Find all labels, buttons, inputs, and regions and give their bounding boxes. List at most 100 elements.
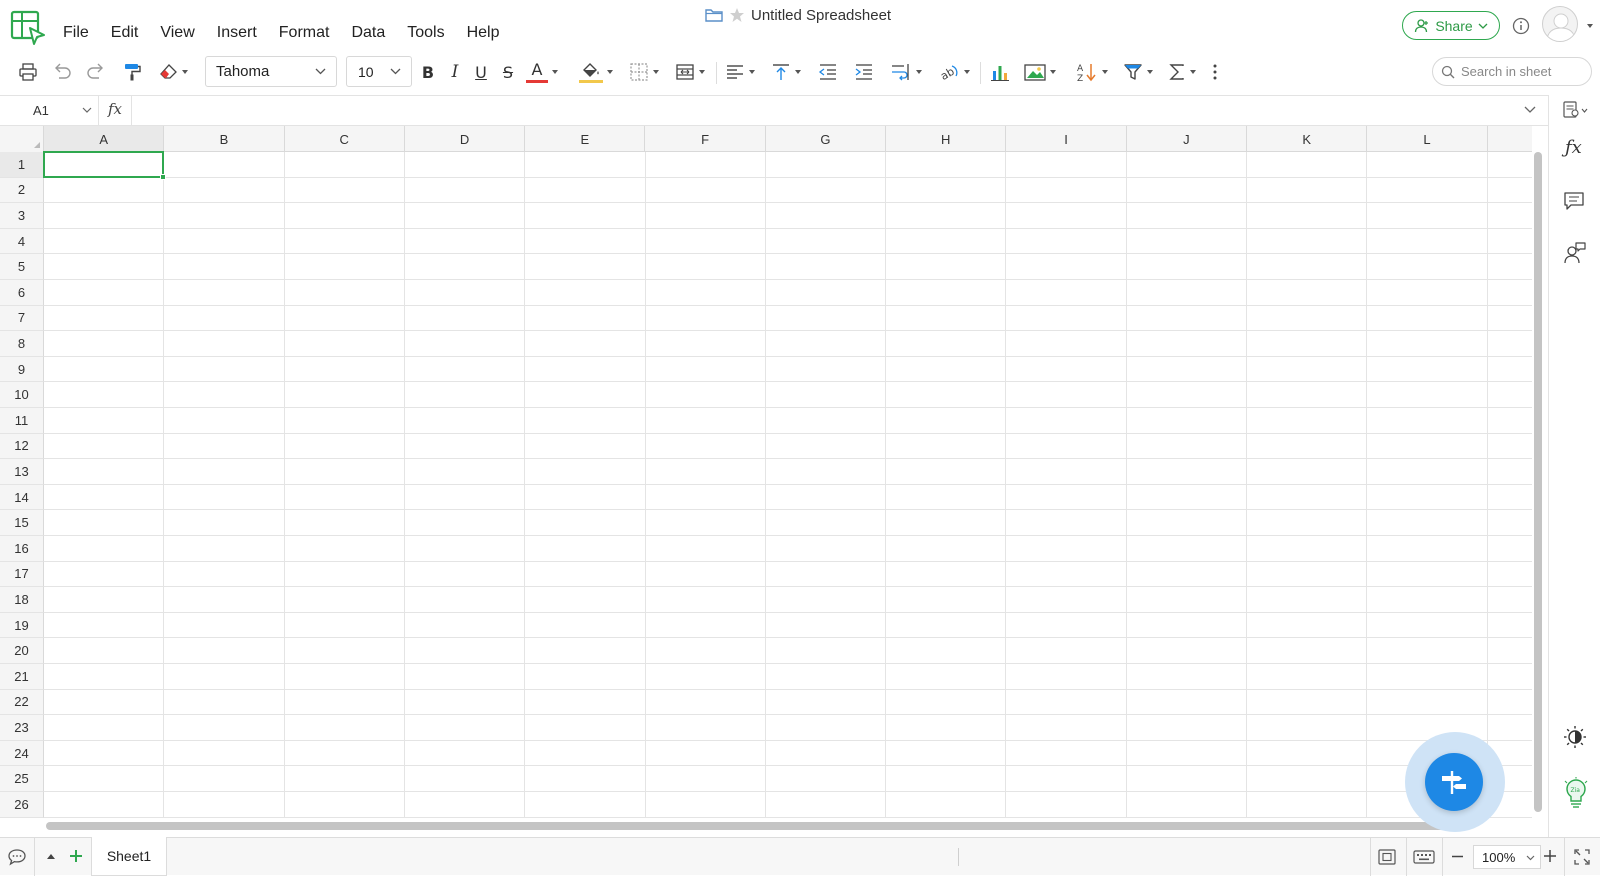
sort-icon[interactable]: AZ bbox=[1074, 58, 1110, 86]
row-header[interactable]: 24 bbox=[0, 740, 44, 767]
chart-icon[interactable] bbox=[988, 58, 1012, 86]
column-header[interactable]: D bbox=[405, 126, 526, 152]
merge-cells-icon[interactable] bbox=[672, 58, 708, 86]
sum-function-icon[interactable] bbox=[1164, 58, 1200, 86]
undo-icon[interactable] bbox=[50, 58, 74, 86]
app-logo-icon[interactable] bbox=[10, 10, 46, 46]
row-header[interactable]: 26 bbox=[0, 792, 44, 818]
row-header[interactable]: 2 bbox=[0, 177, 44, 204]
insert-image-icon[interactable] bbox=[1022, 58, 1058, 86]
menu-edit[interactable]: Edit bbox=[100, 22, 150, 44]
theme-contrast-icon[interactable] bbox=[1563, 725, 1587, 749]
sheet-tab[interactable]: Sheet1 bbox=[91, 837, 167, 876]
row-header[interactable]: 25 bbox=[0, 766, 44, 792]
clear-format-icon[interactable] bbox=[156, 58, 190, 86]
star-icon[interactable] bbox=[729, 7, 745, 23]
search-sheet-box[interactable] bbox=[1432, 57, 1592, 86]
row-header[interactable]: 23 bbox=[0, 715, 44, 741]
font-size-select[interactable]: 10 bbox=[346, 56, 412, 87]
redo-icon[interactable] bbox=[84, 58, 108, 86]
row-header[interactable]: 22 bbox=[0, 689, 44, 716]
print-icon[interactable] bbox=[16, 58, 40, 86]
fill-color-icon[interactable] bbox=[578, 58, 614, 86]
row-header[interactable]: 4 bbox=[0, 228, 44, 255]
formula-input[interactable] bbox=[131, 96, 1521, 125]
keyboard-icon[interactable] bbox=[1413, 850, 1435, 864]
row-header[interactable]: 10 bbox=[0, 382, 44, 408]
increase-indent-icon[interactable] bbox=[852, 58, 876, 86]
horizontal-align-icon[interactable] bbox=[722, 58, 758, 86]
strikethrough-button[interactable]: S bbox=[498, 58, 518, 86]
row-header[interactable]: 6 bbox=[0, 280, 44, 306]
row-header[interactable]: 19 bbox=[0, 612, 44, 639]
row-header[interactable]: 18 bbox=[0, 587, 44, 613]
format-painter-icon[interactable] bbox=[120, 58, 144, 86]
chevron-down-icon[interactable] bbox=[82, 107, 92, 113]
menu-data[interactable]: Data bbox=[340, 22, 396, 44]
row-header[interactable]: 15 bbox=[0, 510, 44, 536]
page-view-icon[interactable] bbox=[1378, 849, 1396, 865]
fullscreen-icon[interactable] bbox=[1574, 849, 1590, 865]
borders-icon[interactable] bbox=[626, 58, 662, 86]
menu-view[interactable]: View bbox=[149, 22, 205, 44]
text-rotation-icon[interactable]: ab bbox=[936, 58, 972, 86]
decrease-indent-icon[interactable] bbox=[816, 58, 840, 86]
menu-format[interactable]: Format bbox=[268, 22, 341, 44]
column-header[interactable]: G bbox=[766, 126, 887, 152]
chat-bubble-icon[interactable] bbox=[7, 848, 27, 866]
search-input[interactable] bbox=[1461, 64, 1581, 79]
spreadsheet-grid[interactable]: ABCDEFGHIJKL 1 2 3 4 5 6 7 8 9 10 11 12 13 14 15 16 17 18… bbox=[0, 126, 1532, 818]
row-header[interactable]: 14 bbox=[0, 484, 44, 511]
zoom-out-icon[interactable] bbox=[1452, 855, 1463, 858]
horizontal-scrollbar[interactable] bbox=[46, 822, 1456, 830]
functions-icon[interactable]: ƒx bbox=[1565, 137, 1582, 158]
more-options-icon[interactable] bbox=[1208, 58, 1222, 86]
menu-help[interactable]: Help bbox=[456, 22, 511, 44]
filter-icon[interactable] bbox=[1120, 58, 1156, 86]
vertical-scrollbar[interactable] bbox=[1534, 152, 1542, 812]
column-header[interactable]: A bbox=[44, 126, 165, 152]
sheet-list-up-icon[interactable] bbox=[46, 853, 56, 860]
italic-button[interactable]: I bbox=[445, 58, 465, 86]
row-header[interactable]: 8 bbox=[0, 331, 44, 357]
share-button[interactable]: Share bbox=[1402, 11, 1500, 40]
collaborators-chat-icon[interactable] bbox=[1563, 241, 1587, 265]
row-header[interactable]: 9 bbox=[0, 356, 44, 383]
column-header[interactable]: I bbox=[1006, 126, 1127, 152]
column-header[interactable]: E bbox=[525, 126, 646, 152]
row-header[interactable]: 7 bbox=[0, 305, 44, 332]
column-header[interactable]: K bbox=[1247, 126, 1368, 152]
row-header[interactable]: 16 bbox=[0, 536, 44, 562]
row-header[interactable]: 1 bbox=[0, 152, 44, 178]
menu-file[interactable]: File bbox=[63, 22, 100, 44]
document-title[interactable]: Untitled Spreadsheet bbox=[751, 7, 891, 24]
info-icon[interactable] bbox=[1512, 17, 1530, 35]
row-header[interactable]: 20 bbox=[0, 638, 44, 664]
column-header[interactable]: L bbox=[1367, 126, 1488, 152]
zia-assistant-icon[interactable]: Zia bbox=[1563, 777, 1589, 809]
avatar[interactable] bbox=[1542, 6, 1578, 42]
text-color-button[interactable]: A bbox=[524, 58, 560, 86]
column-header[interactable]: F bbox=[646, 126, 766, 152]
cell-properties-icon[interactable] bbox=[1563, 101, 1589, 119]
underline-button[interactable]: U bbox=[471, 58, 491, 86]
column-header[interactable]: J bbox=[1127, 126, 1247, 152]
avatar-menu-caret-icon[interactable] bbox=[1583, 24, 1593, 28]
font-family-select[interactable]: Tahoma bbox=[205, 56, 337, 87]
row-header[interactable]: 17 bbox=[0, 561, 44, 588]
column-header[interactable]: C bbox=[285, 126, 405, 152]
folder-icon[interactable] bbox=[705, 7, 723, 23]
row-header[interactable]: 12 bbox=[0, 433, 44, 460]
zoom-select[interactable]: 100% bbox=[1473, 845, 1541, 869]
row-header[interactable]: 11 bbox=[0, 408, 44, 434]
wrap-text-icon[interactable] bbox=[888, 58, 924, 86]
column-header[interactable]: H bbox=[886, 126, 1007, 152]
active-cell[interactable] bbox=[43, 151, 165, 178]
comments-icon[interactable] bbox=[1563, 191, 1585, 211]
select-all-corner[interactable] bbox=[0, 126, 44, 152]
row-header[interactable]: 5 bbox=[0, 254, 44, 280]
add-sheet-icon[interactable] bbox=[69, 849, 83, 863]
column-header[interactable]: B bbox=[164, 126, 285, 152]
bold-button[interactable]: B bbox=[418, 58, 438, 86]
menu-tools[interactable]: Tools bbox=[396, 22, 455, 44]
